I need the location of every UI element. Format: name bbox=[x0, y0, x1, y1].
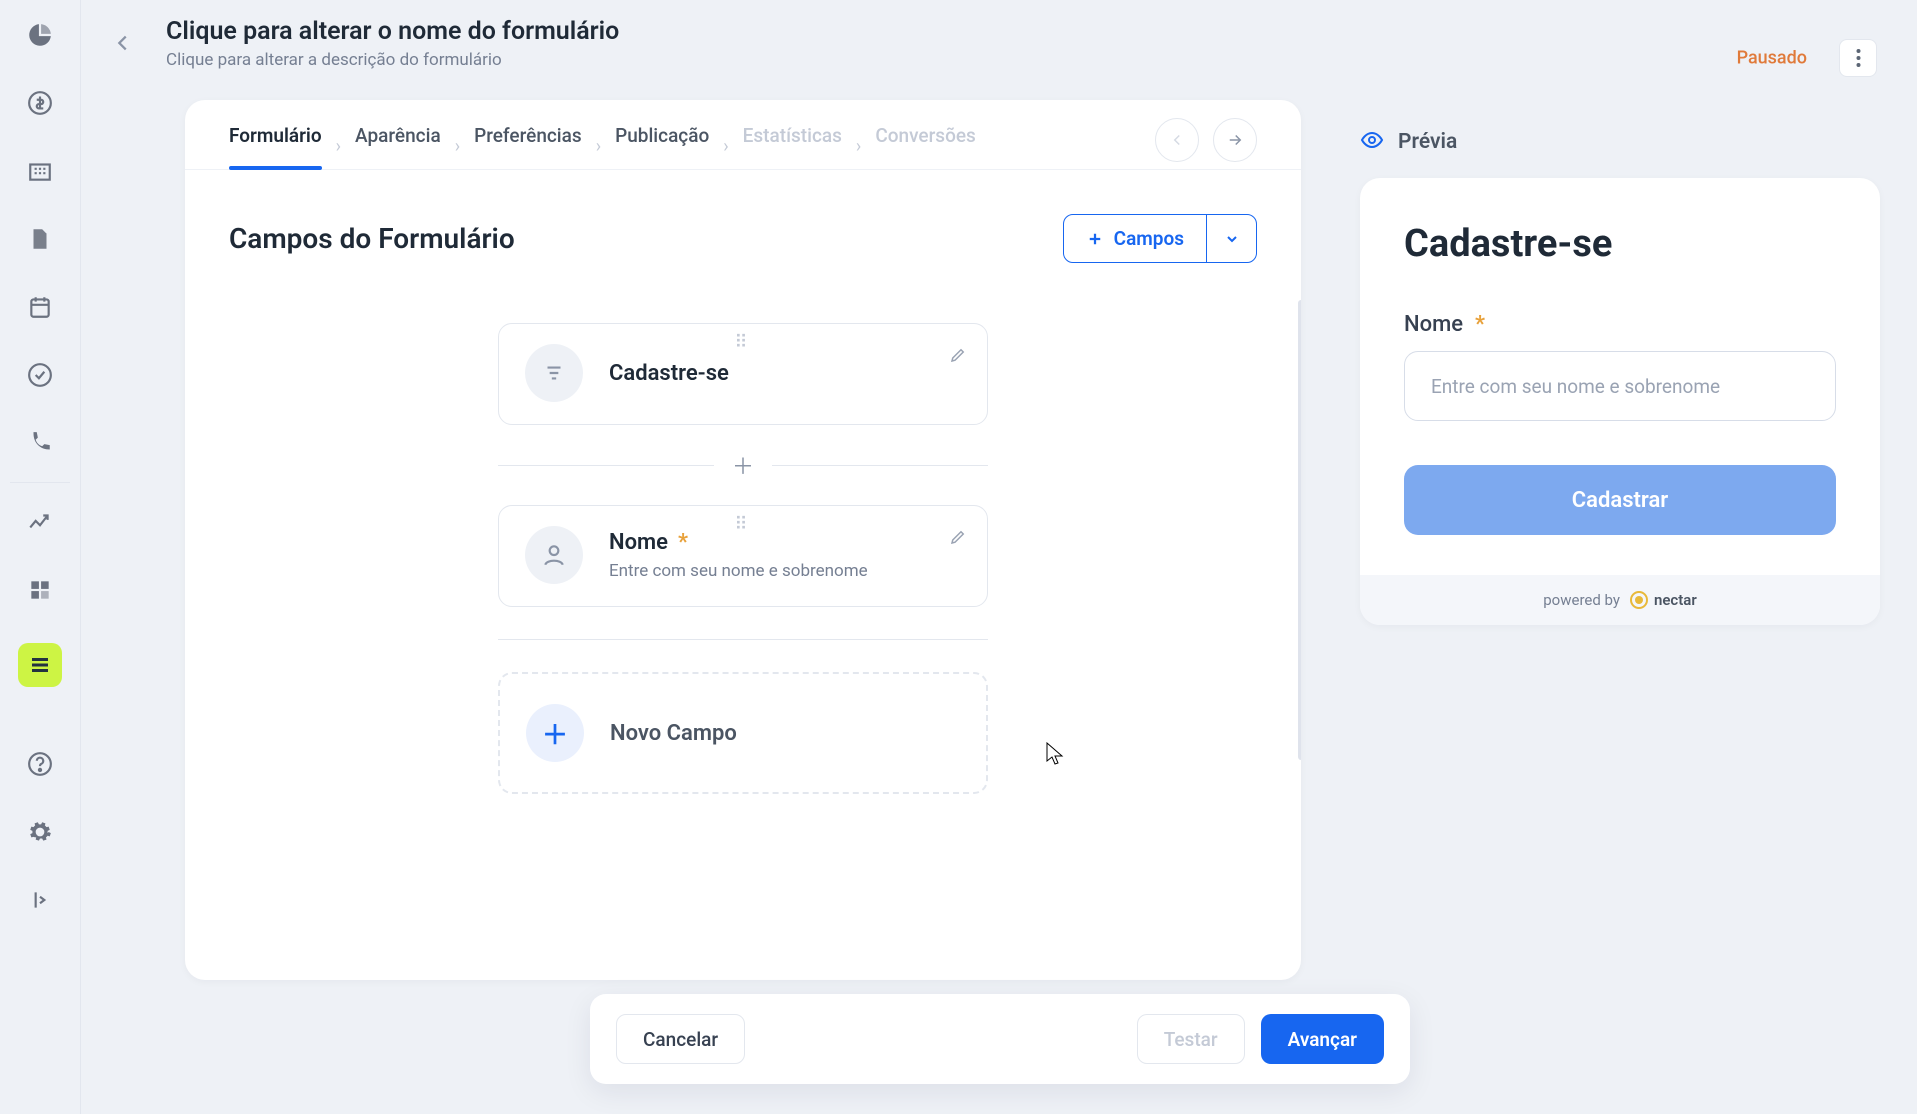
status-badge: Pausado bbox=[1737, 48, 1807, 69]
insert-field-button[interactable]: ＋ bbox=[732, 449, 754, 481]
step-conversoes: Conversões bbox=[875, 124, 975, 169]
chevron-right-icon: › bbox=[455, 136, 460, 157]
brand-name: nectar bbox=[1654, 591, 1697, 609]
chevron-right-icon: › bbox=[723, 136, 728, 157]
dollar-icon[interactable] bbox=[25, 88, 55, 118]
add-field-label: Campos bbox=[1114, 227, 1184, 250]
eye-icon bbox=[1360, 128, 1384, 156]
building-icon[interactable] bbox=[25, 156, 55, 186]
calendar-icon[interactable] bbox=[25, 292, 55, 322]
step-publicacao[interactable]: Publicação bbox=[615, 124, 709, 169]
test-button[interactable]: Testar bbox=[1137, 1014, 1245, 1064]
section-heading: Campos do Formulário bbox=[229, 222, 515, 255]
add-field-button[interactable]: Campos bbox=[1064, 215, 1206, 262]
page-header: Clique para alterar o nome do formulário… bbox=[100, 8, 1897, 78]
step-next-button[interactable] bbox=[1213, 118, 1257, 162]
new-field-button[interactable]: ＋ Novo Campo bbox=[498, 672, 988, 794]
collapse-icon[interactable] bbox=[25, 885, 55, 915]
scrollbar[interactable] bbox=[1298, 300, 1301, 760]
preview-submit-button[interactable]: Cadastrar bbox=[1404, 465, 1836, 535]
chevron-right-icon: › bbox=[596, 136, 601, 157]
add-field-dropdown[interactable] bbox=[1206, 215, 1256, 262]
sidebar bbox=[0, 0, 81, 1114]
grid-icon[interactable] bbox=[25, 575, 55, 605]
preview-label: Prévia bbox=[1398, 130, 1457, 154]
field-label: Cadastre-se bbox=[609, 361, 729, 386]
more-menu-button[interactable] bbox=[1839, 39, 1877, 77]
cancel-button[interactable]: Cancelar bbox=[616, 1014, 745, 1064]
divider bbox=[498, 639, 988, 640]
pie-chart-icon[interactable] bbox=[25, 20, 55, 50]
drag-handle-icon[interactable]: ⠿ bbox=[734, 514, 751, 535]
forms-icon[interactable] bbox=[18, 643, 62, 687]
step-tabs: Formulário › Aparência › Preferências › … bbox=[185, 100, 1301, 170]
step-aparencia[interactable]: Aparência bbox=[355, 124, 441, 169]
field-label: Nome bbox=[609, 530, 668, 555]
trending-icon[interactable] bbox=[25, 507, 55, 537]
preview-title: Cadastre-se bbox=[1404, 222, 1836, 266]
required-asterisk-icon: * bbox=[678, 530, 688, 555]
document-icon[interactable] bbox=[25, 224, 55, 254]
field-card-title[interactable]: ⠿ Cadastre-se bbox=[498, 323, 988, 425]
step-prev-button[interactable] bbox=[1155, 118, 1199, 162]
insert-field-divider: ＋ bbox=[498, 447, 988, 483]
chevron-right-icon: › bbox=[856, 136, 861, 157]
required-asterisk-icon: * bbox=[1475, 312, 1485, 337]
person-icon bbox=[525, 526, 583, 584]
step-formulario[interactable]: Formulário bbox=[229, 124, 322, 169]
next-button[interactable]: Avançar bbox=[1261, 1014, 1384, 1064]
help-icon[interactable] bbox=[25, 749, 55, 779]
heading-icon bbox=[525, 344, 583, 402]
step-preferencias[interactable]: Preferências bbox=[474, 124, 582, 169]
sidebar-divider bbox=[10, 482, 70, 483]
page-title[interactable]: Clique para alterar o nome do formulário bbox=[166, 17, 619, 46]
plus-icon: ＋ bbox=[526, 704, 584, 762]
action-bar: Cancelar Testar Avançar bbox=[590, 994, 1410, 1084]
field-card-nome[interactable]: ⠿ Nome * Entre com seu n bbox=[498, 505, 988, 607]
powered-by-label: powered by bbox=[1543, 591, 1620, 609]
page-subtitle[interactable]: Clique para alterar a descrição do formu… bbox=[166, 50, 619, 70]
new-field-label: Novo Campo bbox=[610, 721, 737, 746]
brand-badge: nectar bbox=[1630, 591, 1697, 609]
preview-card: Cadastre-se Nome * Cadastrar powered by … bbox=[1360, 178, 1880, 625]
check-circle-icon[interactable] bbox=[25, 360, 55, 390]
preview-field-label: Nome bbox=[1404, 312, 1463, 337]
add-field-split-button: Campos bbox=[1063, 214, 1257, 263]
form-builder-card: Formulário › Aparência › Preferências › … bbox=[185, 100, 1301, 980]
gear-icon[interactable] bbox=[25, 817, 55, 847]
edit-icon[interactable] bbox=[949, 528, 967, 550]
preview-name-input[interactable] bbox=[1404, 351, 1836, 421]
field-placeholder: Entre com seu nome e sobrenome bbox=[609, 561, 868, 581]
brand-logo-icon bbox=[1630, 591, 1648, 609]
back-button[interactable] bbox=[100, 20, 146, 66]
chevron-right-icon: › bbox=[336, 136, 341, 157]
edit-icon[interactable] bbox=[949, 346, 967, 368]
step-estatisticas: Estatísticas bbox=[743, 124, 842, 169]
drag-handle-icon[interactable]: ⠿ bbox=[734, 332, 751, 353]
phone-icon[interactable] bbox=[25, 428, 55, 458]
